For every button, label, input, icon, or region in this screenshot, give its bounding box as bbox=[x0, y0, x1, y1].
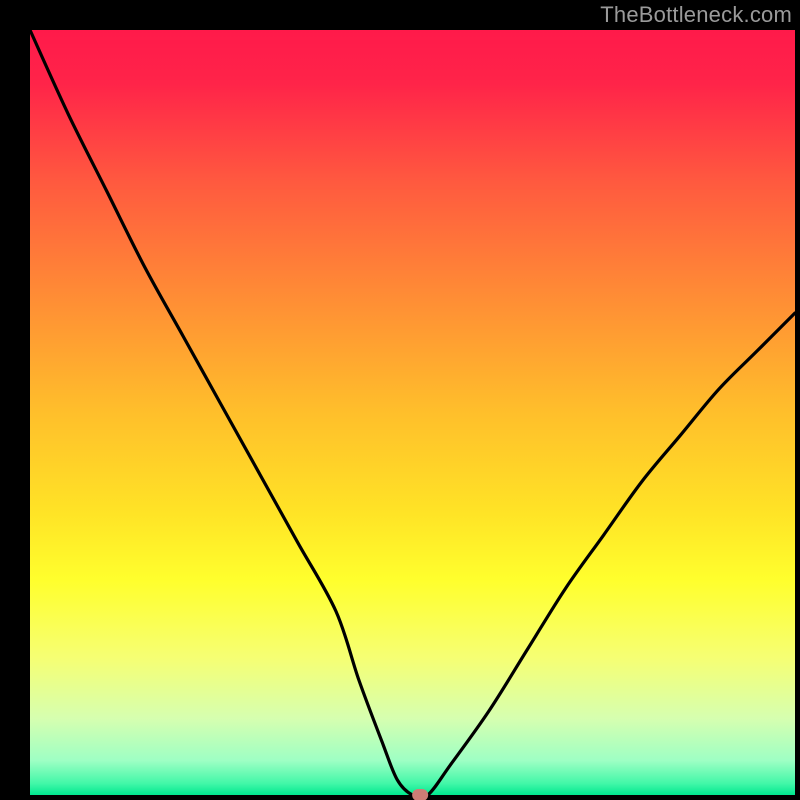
bottleneck-chart bbox=[0, 0, 800, 800]
plot-background bbox=[30, 30, 795, 795]
chart-frame: TheBottleneck.com bbox=[0, 0, 800, 800]
watermark-text: TheBottleneck.com bbox=[600, 2, 792, 28]
optimal-marker bbox=[412, 789, 428, 800]
